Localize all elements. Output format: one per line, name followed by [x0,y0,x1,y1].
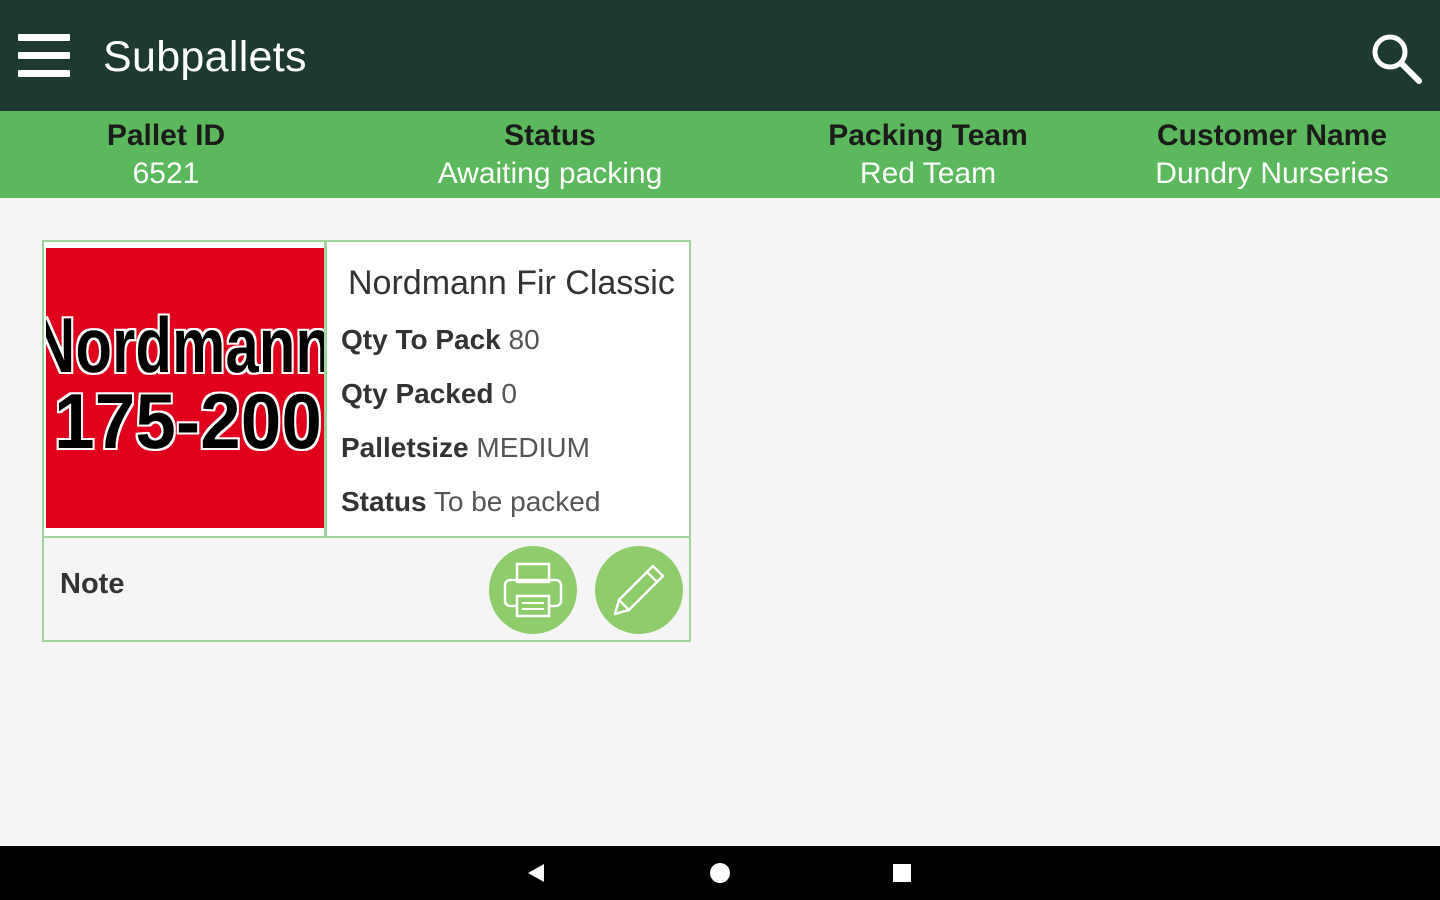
page-title: Subpallets [103,33,307,81]
palletsize-value: MEDIUM [476,432,590,463]
system-navigation-bar [0,846,1440,900]
search-icon[interactable] [1368,30,1424,86]
printer-icon [503,562,563,618]
status-column: Status Awaiting packing [410,117,690,193]
pallet-id-value: 6521 [132,157,200,190]
pallet-id-label: Pallet ID [106,119,226,152]
note-label: Note [60,568,125,600]
pencil-icon [613,564,665,616]
status-value: Awaiting packing [437,157,663,190]
home-circle-icon[interactable] [710,863,730,883]
qty-to-pack-row: Qty To Pack 80 [341,322,540,358]
qty-packed-label: Qty Packed [341,378,494,409]
subpallet-status-value: To be packed [433,486,601,517]
hamburger-menu-icon[interactable] [18,34,70,78]
back-triangle-icon[interactable] [528,864,544,882]
subpallet-status-label: Status [341,486,427,517]
customer-name-label: Customer Name [1156,119,1388,152]
palletsize-label: Palletsize [341,432,469,463]
product-name: Nordmann Fir Classic [348,264,675,302]
qty-to-pack-label: Qty To Pack [341,324,501,355]
subpallet-status-row: Status To be packed [341,484,600,520]
packing-team-column: Packing Team Red Team [808,117,1048,193]
edit-button[interactable] [595,546,683,634]
qty-packed-row: Qty Packed 0 [341,376,517,412]
packing-team-label: Packing Team [828,119,1028,152]
subpallet-card-details: Nordmann 175-200 Nordmann Fir Classic Qt… [44,242,689,538]
print-button[interactable] [489,546,577,634]
thumbnail-line2: 175-200 [54,377,322,465]
subpallet-card[interactable]: Nordmann 175-200 Nordmann Fir Classic Qt… [42,240,691,642]
thumbnail-divider [324,242,327,536]
qty-to-pack-value: 80 [508,324,540,355]
customer-name-value: Dundry Nurseries [1155,157,1389,190]
recents-square-icon[interactable] [893,864,911,882]
palletsize-row: Palletsize MEDIUM [341,430,590,466]
customer-name-column: Customer Name Dundry Nurseries [1132,117,1412,193]
pallet-info-bar: Pallet ID 6521 Status Awaiting packing P… [0,111,1440,198]
packing-team-value: Red Team [859,157,997,190]
status-label: Status [504,119,596,152]
app-bar: Subpallets [0,0,1440,111]
product-thumbnail: Nordmann 175-200 [46,248,324,528]
pallet-id-column: Pallet ID 6521 [66,117,266,193]
thumbnail-line1: Nordmann [46,301,324,389]
qty-packed-value: 0 [501,378,517,409]
